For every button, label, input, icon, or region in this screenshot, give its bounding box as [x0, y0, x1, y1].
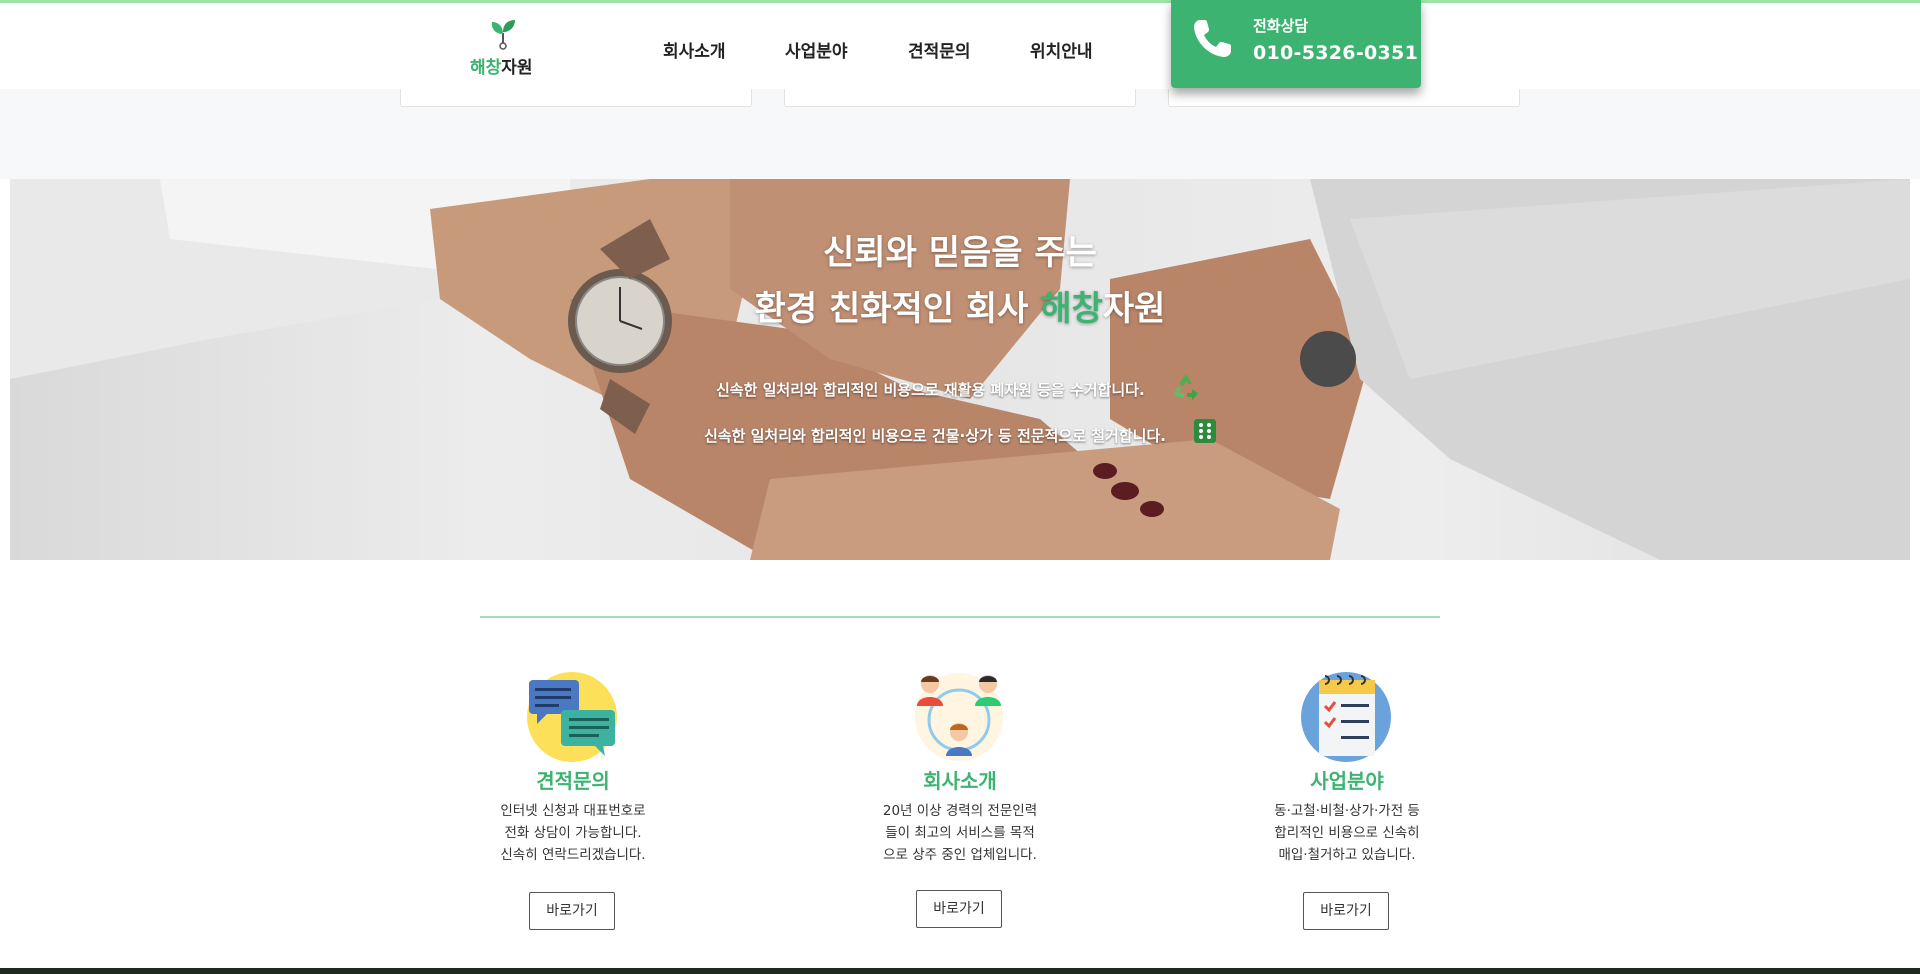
- dice-icon: [1194, 419, 1216, 443]
- nav-item-estimate[interactable]: 견적문의: [908, 37, 971, 62]
- feature-title: 견적문의: [536, 769, 610, 793]
- feature-description-line: 들이 최고의 서비스를 목적: [885, 825, 1035, 841]
- goto-business-button[interactable]: 바로가기: [1303, 892, 1389, 930]
- feature-description: 인터넷 신청과 대표번호로 전화 상담이 가능합니다. 신속히 연락드리겠습니다…: [483, 800, 663, 866]
- hero-title-brand-suffix: 자원: [1102, 289, 1166, 329]
- nav-item-location[interactable]: 위치안내: [1030, 37, 1093, 62]
- feature-description-line: 신속히 연락드리겠습니다.: [500, 847, 646, 863]
- card-stub: [400, 89, 752, 107]
- phone-number[interactable]: 010-5326-0351: [1253, 42, 1418, 64]
- feature-title: 사업분야: [1310, 769, 1384, 793]
- logo-text-green: 해창: [470, 58, 502, 78]
- site-header: 해창자원 회사소개 사업분야 견적문의 위치안내: [0, 3, 1920, 89]
- feature-estimate: 견적문의 인터넷 신청과 대표번호로 전화 상담이 가능합니다. 신속히 연락드…: [463, 670, 683, 940]
- team-icon: [915, 673, 1003, 761]
- feature-description: 20년 이상 경력의 전문인력 들이 최고의 서비스를 목적 으로 상주 중인 …: [870, 800, 1050, 866]
- footer-top-bar: [0, 968, 1920, 974]
- goto-company-button[interactable]: 바로가기: [916, 890, 1002, 928]
- recycle-icon: [1174, 374, 1198, 401]
- feature-description-line: 으로 상주 중인 업체입니다.: [883, 847, 1037, 863]
- feature-description-line: 매입·철거하고 있습니다.: [1278, 847, 1416, 863]
- hero-subtitle-recycle: 신속한 일처리와 합리적인 비용으로 재활용 폐자원 등을 수거합니다.: [716, 381, 1145, 399]
- section-divider: [480, 616, 1440, 618]
- hero-subtitle-demolition: 신속한 일처리와 합리적인 비용으로 건물·상가 등 전문적으로 철거합니다.: [704, 427, 1166, 445]
- logo-text: 해창자원: [470, 53, 533, 78]
- hero-title-line2-prefix: 환경 친화적인 회사: [754, 289, 1041, 329]
- feature-description-line: 20년 이상 경력의 전문인력: [882, 803, 1038, 819]
- hero-title-line2: 환경 친화적인 회사 해창자원: [10, 281, 1910, 330]
- feature-company: 회사소개 20년 이상 경력의 전문인력 들이 최고의 서비스를 목적 으로 상…: [850, 670, 1070, 940]
- feature-business: 사업분야 동·고철·비철·상가·가전 등 합리적인 비용으로 신속히 매입·철거…: [1237, 670, 1457, 940]
- logo[interactable]: 해창자원: [470, 19, 540, 79]
- phone-label: 전화상담: [1253, 17, 1309, 35]
- feature-description-line: 전화 상담이 가능합니다.: [504, 825, 642, 841]
- feature-description-line: 합리적인 비용으로 신속히: [1274, 825, 1420, 841]
- feature-description: 동·고철·비철·상가·가전 등 합리적인 비용으로 신속히 매입·철거하고 있습…: [1257, 800, 1437, 866]
- nav-item-company[interactable]: 회사소개: [663, 37, 726, 62]
- logo-text-dark: 자원: [501, 58, 533, 78]
- hero-title-brand-green: 해창: [1040, 289, 1103, 329]
- sprout-icon: [491, 20, 515, 50]
- card-stub: [784, 89, 1136, 107]
- goto-estimate-button[interactable]: 바로가기: [529, 892, 615, 930]
- phone-icon: [1194, 20, 1231, 57]
- chat-bubbles-icon: [527, 672, 617, 762]
- hero-banner: 신뢰와 믿음을 주는 환경 친화적인 회사 해창자원 신속한 일처리와 합리적인…: [10, 179, 1910, 560]
- card-stub: [1168, 89, 1520, 107]
- checklist-icon: [1301, 672, 1391, 762]
- phone-consult-box[interactable]: 전화상담 010-5326-0351: [1171, 0, 1421, 88]
- nav-item-business[interactable]: 사업분야: [785, 37, 848, 62]
- feature-description-line: 인터넷 신청과 대표번호로: [500, 803, 646, 819]
- feature-title: 회사소개: [923, 769, 997, 793]
- hero-title-line1: 신뢰와 믿음을 주는: [823, 233, 1097, 273]
- feature-description-line: 동·고철·비철·상가·가전 등: [1274, 803, 1420, 819]
